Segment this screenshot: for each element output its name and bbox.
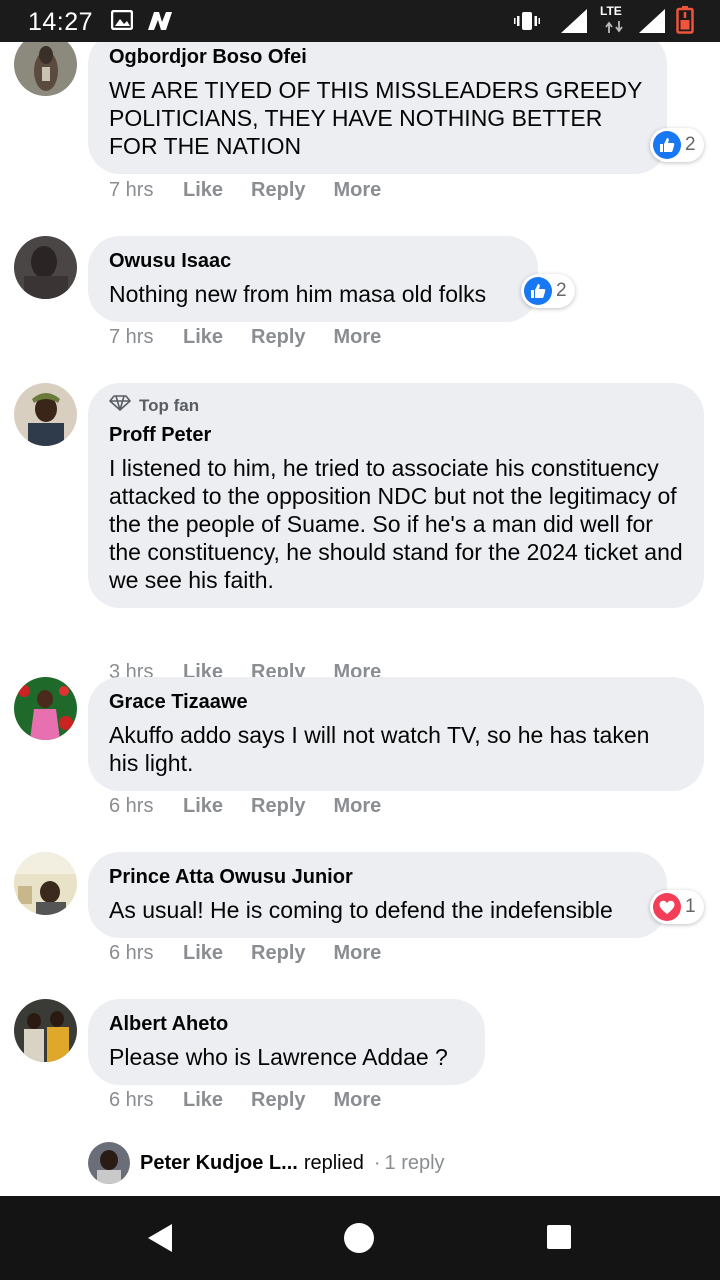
back-button[interactable] — [146, 1222, 174, 1259]
reply-separator: · — [373, 1151, 381, 1174]
navigation-bar — [0, 1196, 720, 1280]
signal-icon — [560, 8, 588, 39]
avatar[interactable] — [14, 236, 77, 299]
comment-bubble[interactable]: Albert Aheto Please who is Lawrence Adda… — [88, 999, 485, 1085]
status-bar: 14:27 LTE — [0, 0, 720, 42]
avatar[interactable] — [14, 999, 77, 1062]
comment-actions: 6 hrs Like Reply More — [109, 942, 409, 965]
app-notification-icon — [146, 10, 174, 37]
data-arrows-icon — [604, 20, 624, 38]
like-button[interactable]: Like — [183, 1089, 223, 1112]
reaction-badge[interactable]: 2 — [521, 274, 575, 308]
reply-button[interactable]: Reply — [251, 942, 305, 965]
more-button[interactable]: More — [334, 1089, 382, 1112]
more-button[interactable]: More — [334, 795, 382, 818]
comment-text: WE ARE TIYED OF THIS MISSLEADERS GREEDY … — [109, 77, 642, 159]
reply-count[interactable]: 1 reply — [385, 1152, 445, 1175]
avatar[interactable] — [14, 42, 77, 96]
badge-label: Top fan — [139, 395, 200, 415]
comment-author[interactable]: Proff Peter — [109, 422, 684, 448]
comment-time[interactable]: 7 hrs — [109, 179, 183, 202]
reaction-count: 1 — [685, 896, 696, 917]
reaction-count: 2 — [685, 134, 696, 155]
more-button[interactable]: More — [334, 326, 382, 349]
top-fan-badge: Top fan — [109, 395, 684, 416]
reply-button[interactable]: Reply — [251, 326, 305, 349]
like-button[interactable]: Like — [183, 795, 223, 818]
comment-bubble[interactable]: Prince Atta Owusu Junior As usual! He is… — [88, 852, 667, 938]
reaction-count: 2 — [556, 280, 567, 301]
comment-author[interactable]: Owusu Isaac — [109, 248, 518, 274]
comment-text: Please who is Lawrence Addae ? — [109, 1044, 448, 1070]
gallery-icon — [110, 9, 134, 35]
reaction-badge[interactable]: 2 — [650, 128, 704, 162]
comment-list: Ogbordjor Boso Ofei WE ARE TIYED OF THIS… — [0, 42, 720, 1196]
comment-author[interactable]: Grace Tizaawe — [109, 689, 684, 715]
comment-time[interactable]: 6 hrs — [109, 1089, 183, 1112]
like-icon — [653, 131, 681, 159]
comment-actions: 7 hrs Like Reply More — [109, 179, 409, 202]
like-icon — [524, 277, 552, 305]
comment-time[interactable]: 6 hrs — [109, 942, 183, 965]
comment-actions: 7 hrs Like Reply More — [109, 326, 409, 349]
comment-bubble[interactable]: Grace Tizaawe Akuffo addo says I will no… — [88, 677, 704, 791]
battery-icon — [676, 6, 694, 39]
comment-bubble[interactable]: Top fan Proff Peter I listened to him, h… — [88, 383, 704, 608]
like-button[interactable]: Like — [183, 179, 223, 202]
vibrate-icon — [514, 10, 540, 37]
more-button[interactable]: More — [334, 942, 382, 965]
reaction-badge[interactable]: 1 — [650, 890, 704, 924]
signal-icon-2 — [638, 8, 666, 39]
comment-author[interactable]: Prince Atta Owusu Junior — [109, 864, 647, 890]
comment-text: I listened to him, he tried to associate… — [109, 455, 683, 593]
diamond-icon — [109, 395, 131, 416]
avatar[interactable] — [14, 852, 77, 915]
reply-verb: replied — [303, 1151, 364, 1174]
comment-text: Nothing new from him masa old folks — [109, 281, 487, 307]
like-button[interactable]: Like — [183, 326, 223, 349]
comment-actions: 6 hrs Like Reply More — [109, 795, 409, 818]
avatar[interactable] — [14, 383, 77, 446]
comment-bubble[interactable]: Owusu Isaac Nothing new from him masa ol… — [88, 236, 538, 322]
reply-avatar — [88, 1142, 130, 1184]
home-button[interactable] — [343, 1222, 375, 1259]
comment-time[interactable]: 7 hrs — [109, 326, 183, 349]
comment-text: As usual! He is coming to defend the ind… — [109, 897, 613, 923]
reply-button[interactable]: Reply — [251, 1089, 305, 1112]
comment-time[interactable]: 6 hrs — [109, 795, 183, 818]
avatar[interactable] — [14, 677, 77, 740]
comment-text: Akuffo addo says I will not watch TV, so… — [109, 722, 650, 776]
status-time: 14:27 — [28, 8, 94, 36]
love-icon — [653, 893, 681, 921]
comment-author[interactable]: Ogbordjor Boso Ofei — [109, 44, 647, 70]
like-button[interactable]: Like — [183, 942, 223, 965]
recents-button[interactable] — [546, 1224, 572, 1255]
comment-bubble[interactable]: Ogbordjor Boso Ofei WE ARE TIYED OF THIS… — [88, 42, 667, 174]
reply-button[interactable]: Reply — [251, 795, 305, 818]
comment-actions: 6 hrs Like Reply More — [109, 1089, 409, 1112]
view-replies-link[interactable]: Peter Kudjoe L... replied · 1 reply — [88, 1142, 445, 1184]
reply-button[interactable]: Reply — [251, 179, 305, 202]
comment-author[interactable]: Albert Aheto — [109, 1011, 465, 1037]
reply-author[interactable]: Peter Kudjoe L... — [140, 1152, 298, 1175]
more-button[interactable]: More — [334, 179, 382, 202]
network-type: LTE — [600, 4, 622, 18]
